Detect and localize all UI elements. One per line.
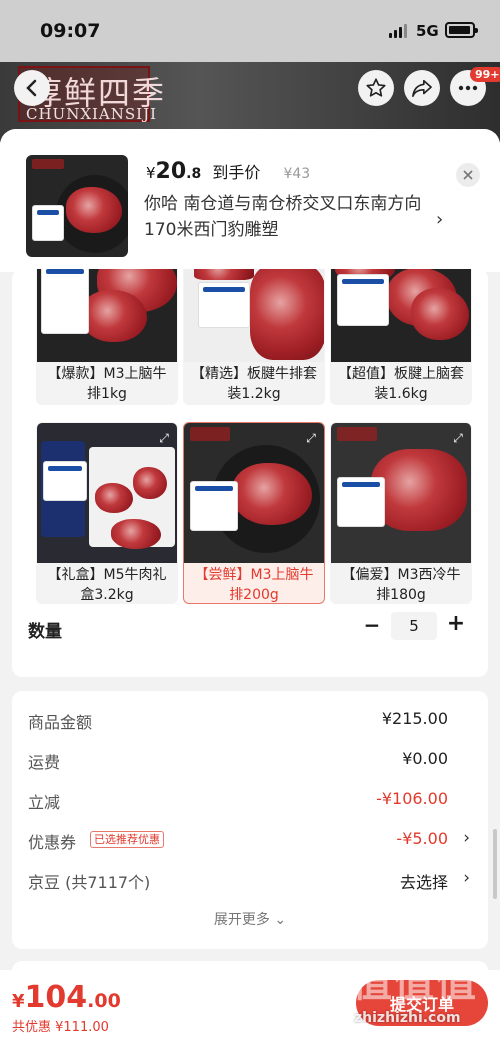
sku-option-label: 【礼盒】M5牛肉礼盒3.2kg [47,567,167,603]
price-line: ¥20.8 到手价 ¥43 [146,159,310,184]
sku-option-image [331,269,471,362]
expand-more-label: 展开更多 [213,912,270,928]
sku-option-image: ⤢ [37,423,177,563]
quantity-plus-button[interactable]: + [445,611,467,639]
total-saving: 共优惠 ¥111.00 [12,1020,109,1035]
fee-row-jingdou[interactable]: 京豆 (共7117个) 去选择 › [12,865,488,895]
sku-option-image: ⤢ [331,423,471,563]
delivery-address[interactable]: 你哈 南仓道与南仓桥交叉口东南方向170米西门豹雕塑 [144,191,434,243]
sku-option-label: 【精选】板腱牛排套装1.2kg [191,366,317,402]
sku-option-selected[interactable]: ⤢ 【尝鲜】M3上脑牛排200g [183,422,325,604]
sku-summary: ¥20.8 到手价 ¥43 你哈 南仓道与南仓桥交叉口东南方向170米西门豹雕塑… [0,129,500,272]
order-fee-breakdown: 商品金额 ¥215.00 运费 ¥0.00 立减 -¥106.00 优惠券 已选… [12,691,488,949]
fee-row-discount: 立减 -¥106.00 [12,785,488,815]
fee-label: 优惠券 [28,833,77,852]
expand-icon: ⤢ [159,431,169,445]
sku-option[interactable]: ⤢ 【礼盒】M5牛肉礼盒3.2kg [36,422,178,604]
chevron-left-icon [26,79,37,97]
sku-thumbnail [26,155,128,257]
scrollbar[interactable] [493,829,497,899]
sku-options-panel: 【爆款】M3上脑牛排1kg 【精选】板腱牛排套装1.2kg 【超值】板腱上脑套装… [12,269,488,677]
signal-icon [389,24,409,38]
sku-option-label: 【偏爱】M3西冷牛排180g [341,567,461,603]
fee-value: 去选择 [399,873,448,892]
expand-icon: ⤢ [306,431,316,445]
fee-row-coupon[interactable]: 优惠券 已选推荐优惠 -¥5.00 › [12,825,488,855]
coupon-recommend-tag: 已选推荐优惠 [90,831,164,848]
total-price: ¥104.00 [12,980,121,1015]
total-currency: ¥ [12,991,25,1012]
expand-more-link[interactable]: 展开更多 ⌄ [12,909,488,929]
price-currency: ¥ [146,164,156,182]
steak-shape [66,187,122,233]
chevron-right-icon: › [463,828,470,848]
sku-option[interactable]: 【超值】板腱上脑套装1.6kg [330,269,472,405]
sku-option[interactable]: 【精选】板腱牛排套装1.2kg [183,269,325,405]
thumb-brand-mark [32,159,64,169]
sku-option-label: 【爆款】M3上脑牛排1kg [47,366,167,402]
fee-value: ¥215.00 [381,709,448,728]
network-label: 5G [416,22,439,40]
checkout-bar: ¥104.00 共优惠 ¥111.00 提交订单 [0,970,500,1038]
quantity-minus-button[interactable]: − [362,613,382,641]
back-button[interactable] [14,70,50,106]
more-dots-icon [458,85,478,91]
fee-label: 京豆 (共7117个) [28,873,151,892]
sku-option-image [184,269,324,362]
quantity-input[interactable]: 5 [391,612,437,640]
fee-value: -¥5.00 [396,829,448,848]
sku-option-image: ⤢ [184,423,324,563]
original-price: ¥43 [283,166,311,182]
price-label: 到手价 [212,163,261,182]
submit-order-label: 提交订单 [389,995,454,1014]
close-button[interactable] [456,163,480,187]
sku-option-image [37,269,177,362]
price-decimal: .8 [186,166,202,182]
share-button[interactable] [404,70,440,106]
fee-row-shipping: 运费 ¥0.00 [12,745,488,775]
sku-option-label: 【超值】板腱上脑套装1.6kg [338,366,464,402]
fee-value: ¥0.00 [402,749,448,768]
fee-label: 立减 [28,793,61,812]
battery-icon [445,22,478,38]
fee-label: 运费 [28,753,61,772]
total-decimal: .00 [87,990,121,1012]
status-bar: 09:07 5G [0,0,500,62]
fee-row-goods: 商品金额 ¥215.00 [12,705,488,735]
chevron-right-icon: › [463,868,470,888]
fee-value: -¥106.00 [376,789,448,808]
chevron-right-icon: › [436,209,444,230]
chevron-down-icon: ⌄ [274,912,287,928]
quantity-label: 数量 [28,622,62,642]
price-integer: 20 [155,159,187,184]
submit-order-button[interactable]: 提交订单 [356,980,488,1026]
fee-label: 商品金额 [28,713,93,732]
close-icon [463,170,473,180]
total-integer: 104 [24,980,88,1015]
sku-option[interactable]: ⤢ 【偏爱】M3西冷牛排180g [330,422,472,604]
sku-option-label: 【尝鲜】M3上脑牛排200g [194,567,314,603]
thumb-tag [32,205,64,241]
purchase-sheet: ¥20.8 到手价 ¥43 你哈 南仓道与南仓桥交叉口东南方向170米西门豹雕塑… [0,129,500,1038]
status-time: 09:07 [40,20,101,42]
star-icon [366,78,386,97]
brand-name-en: CHUNXIANSIJI [26,105,158,123]
cart-count-badge: 99+ [470,67,500,82]
favorite-button[interactable] [358,70,394,106]
quantity-stepper: 数量 − 5 + [12,609,488,649]
expand-icon: ⤢ [453,431,463,445]
share-icon [412,79,432,97]
sku-option[interactable]: 【爆款】M3上脑牛排1kg [36,269,178,405]
